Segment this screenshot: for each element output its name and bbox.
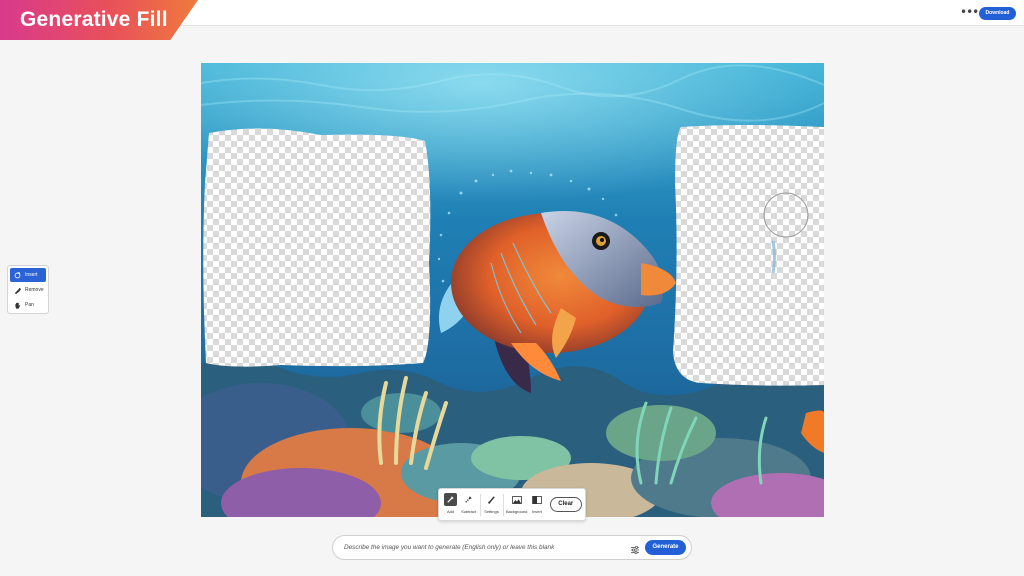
brush-subtract-icon (462, 493, 475, 506)
brush-add-button[interactable]: Add (442, 491, 459, 518)
tool-panel: Insert Remove Pan (7, 265, 49, 314)
more-options-button[interactable]: ••• (960, 5, 979, 19)
brush-add-icon (444, 493, 458, 506)
tool-remove-label: Remove (25, 287, 44, 293)
brush-settings-icon (485, 493, 498, 506)
hand-icon (14, 302, 21, 309)
background-button[interactable]: Background (506, 491, 528, 518)
sliders-icon[interactable] (630, 542, 640, 555)
brush-subtract-button[interactable]: Subtract (460, 491, 477, 518)
tool-remove[interactable]: Remove (10, 283, 46, 297)
erased-region-right (673, 125, 824, 386)
brush-add-label: Add (446, 509, 455, 514)
toolbar-divider (480, 493, 481, 516)
ellipsis-icon: ••• (960, 5, 979, 19)
invert-button[interactable]: Invert (528, 491, 545, 518)
download-button[interactable]: Download (979, 7, 1016, 20)
clear-button[interactable]: Clear (549, 497, 582, 512)
tool-insert[interactable]: Insert (10, 268, 46, 282)
brush-subtract-label: Subtract (461, 509, 477, 514)
app-title: Generative Fill (20, 8, 168, 31)
background-label: Background (506, 509, 528, 514)
invert-label: Invert (531, 509, 542, 514)
invert-icon (530, 493, 543, 506)
tool-pan-label: Pan (25, 302, 34, 308)
brush-toolbar: Add Subtract Settings Background Invert … (438, 488, 586, 521)
image-canvas[interactable] (201, 63, 824, 517)
erased-region-left (203, 128, 431, 367)
generate-button[interactable]: Generate (645, 540, 686, 555)
insert-brush-icon (14, 271, 21, 279)
tool-insert-label: Insert (25, 272, 38, 278)
brush-settings-label: Settings (484, 509, 499, 514)
brush-settings-button[interactable]: Settings (483, 491, 500, 518)
prompt-placeholder: Describe the image you want to generate … (344, 544, 555, 551)
fish-scene (201, 63, 824, 517)
remove-brush-icon (14, 287, 21, 294)
tool-pan[interactable]: Pan (10, 298, 46, 312)
toolbar-divider (503, 493, 504, 516)
background-image-icon (510, 493, 523, 506)
